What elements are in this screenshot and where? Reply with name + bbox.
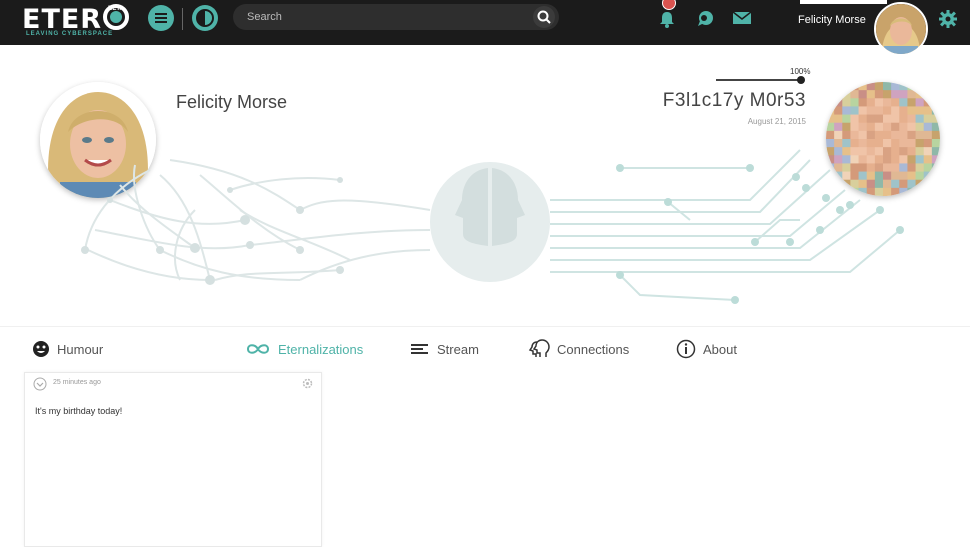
tab-stream-label: Stream	[437, 341, 479, 357]
counterpart-date: August 21, 2015	[747, 117, 806, 126]
tab-stream[interactable]: Stream	[410, 339, 479, 359]
tab-eternalizations[interactable]: Eternalizations	[245, 339, 363, 359]
progress-knob[interactable]	[797, 76, 805, 84]
tab-humour[interactable]: Humour	[32, 339, 103, 359]
counterpart-toggle-button[interactable]	[192, 5, 218, 31]
tab-about-label: About	[703, 341, 737, 357]
chat-icon[interactable]	[695, 8, 717, 28]
header-user-avatar[interactable]	[874, 2, 928, 56]
header-highlight-bar	[800, 0, 887, 4]
tab-about[interactable]: About	[676, 339, 737, 359]
expand-chevron-icon[interactable]	[33, 377, 47, 391]
half-circle-icon	[196, 9, 214, 27]
smiley-icon	[33, 341, 49, 357]
profile-tabs: Humour Eternalizations Stream Connection…	[0, 326, 970, 371]
counterpart-name: F3l1c17y M0r53	[662, 90, 806, 111]
menu-button[interactable]	[148, 5, 174, 31]
settings-gear-icon[interactable]	[938, 9, 958, 29]
post-timestamp: 25 minutes ago	[53, 379, 101, 386]
divider	[182, 8, 183, 30]
bell-icon[interactable]	[657, 9, 677, 29]
search-button[interactable]	[533, 6, 555, 28]
post-card: 25 minutes ago It's my birthday today!	[24, 372, 322, 547]
lines-icon	[411, 344, 428, 354]
search-icon	[537, 10, 551, 24]
post-settings-icon[interactable]	[302, 378, 313, 389]
tab-humour-label: Humour	[57, 341, 104, 357]
tab-connections[interactable]: Connections	[528, 339, 629, 359]
top-navigation-bar: ETER BETA LEAVING CYBERSPACE Felici	[0, 0, 970, 45]
infinity-icon	[246, 344, 270, 354]
heads-icon	[528, 339, 550, 357]
search-bar	[233, 4, 559, 30]
tagline: LEAVING CYBERSPACE	[26, 31, 114, 37]
mail-icon[interactable]	[732, 10, 752, 26]
search-input[interactable]	[247, 8, 517, 26]
avatar-photo	[876, 4, 926, 54]
profile-name: Felicity Morse	[176, 92, 288, 112]
header-user-name[interactable]: Felicity Morse	[798, 14, 866, 26]
post-text: It's my birthday today!	[35, 406, 123, 416]
tab-connections-label: Connections	[557, 341, 630, 357]
beta-label: BETA	[108, 6, 124, 12]
progress-percent: 100%	[790, 67, 811, 76]
info-icon	[676, 339, 696, 359]
network-illustration	[81, 149, 904, 304]
tab-eternalizations-label: Eternalizations	[278, 341, 364, 357]
progress-track	[716, 79, 804, 81]
